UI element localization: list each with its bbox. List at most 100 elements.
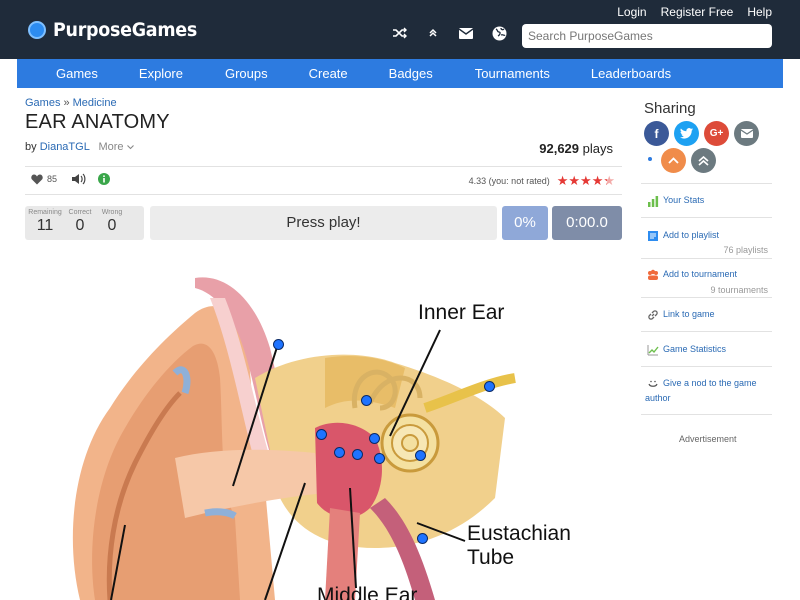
site-logo[interactable]: PurposeGames [28, 19, 209, 41]
author-link[interactable]: DianaTGL [40, 141, 90, 153]
main-nav: Games Explore Groups Create Badges Tourn… [17, 59, 783, 88]
answer-dot[interactable] [352, 449, 363, 460]
label-tube: Tube [467, 546, 515, 569]
nav-explore[interactable]: Explore [139, 59, 183, 88]
upvote-icon[interactable] [661, 148, 686, 173]
chevron-down-icon [126, 145, 134, 150]
divider [25, 166, 622, 167]
divider [25, 194, 622, 195]
give-nod-line2[interactable]: author [645, 393, 671, 403]
link-to-game-label: Link to game [663, 309, 715, 319]
login-link[interactable]: Login [617, 5, 646, 19]
double-up-icon[interactable] [691, 148, 716, 173]
logo-text: PurposeGames [53, 19, 197, 41]
nav-groups[interactable]: Groups [225, 59, 268, 88]
your-stats-label: Your Stats [663, 195, 705, 205]
sharing-title: Sharing [644, 100, 696, 117]
answer-dot[interactable] [415, 450, 426, 461]
breadcrumb-separator: » [63, 97, 70, 109]
plays-label: plays [582, 141, 613, 156]
add-to-playlist-link[interactable]: Add to playlist [647, 230, 719, 242]
divider [641, 217, 772, 218]
game-actions: 85 [31, 173, 111, 185]
logo-icon [28, 21, 46, 39]
facebook-icon[interactable]: f [644, 121, 669, 146]
wrong-label: Wrong [101, 209, 123, 216]
speaker-icon[interactable] [72, 173, 86, 185]
mail-icon[interactable] [458, 25, 474, 41]
breadcrumb-games[interactable]: Games [25, 97, 60, 109]
star-icon[interactable]: ★ [557, 174, 569, 187]
answer-dot[interactable] [316, 429, 327, 440]
globe-icon[interactable] [491, 25, 507, 41]
more-dropdown[interactable]: More [98, 141, 134, 153]
divider [641, 414, 772, 415]
half-star-icon[interactable]: ★ [603, 174, 615, 187]
rating-text: 4.33 (you: not rated) [468, 175, 550, 186]
chevron-up-icon[interactable] [425, 25, 441, 41]
add-to-tournament-link[interactable]: Add to tournament [647, 269, 737, 281]
google-plus-icon[interactable]: G+ [704, 121, 729, 146]
answer-dot[interactable] [273, 339, 284, 350]
answer-dot[interactable] [417, 533, 428, 544]
answer-dot[interactable] [484, 381, 495, 392]
ear-anatomy-image: Inner Ear Eustachian Tube Middle Ear [25, 258, 622, 600]
bullet-icon [648, 157, 652, 161]
divider [641, 366, 772, 367]
nav-tournaments[interactable]: Tournaments [475, 59, 550, 88]
rating-stars[interactable]: ★ ★ ★ ★ ★ [557, 174, 615, 187]
link-to-game-link[interactable]: Link to game [647, 309, 715, 321]
star-icon[interactable]: ★ [580, 174, 592, 187]
playlists-count: 76 playlists [723, 245, 768, 255]
tournaments-count: 9 tournaments [710, 285, 768, 295]
your-stats-link[interactable]: Your Stats [647, 195, 704, 207]
divider [641, 258, 772, 259]
heart-icon[interactable] [31, 174, 43, 185]
register-link[interactable]: Register Free [661, 5, 734, 19]
likes-count: 85 [47, 174, 58, 184]
wrong-stat: Wrong 0 [92, 209, 132, 235]
line-chart-icon [647, 344, 659, 356]
game-statistics-label: Game Statistics [663, 344, 727, 354]
remaining-label: Remaining [28, 209, 62, 216]
add-tournament-label: Add to tournament [663, 269, 738, 279]
smile-icon [647, 378, 659, 390]
twitter-icon[interactable] [674, 121, 699, 146]
breadcrumb-medicine[interactable]: Medicine [73, 97, 117, 109]
give-nod-link[interactable]: Give a nod to the game [647, 378, 757, 390]
nav-badges[interactable]: Badges [389, 59, 433, 88]
star-icon[interactable]: ★ [592, 174, 604, 187]
search-input[interactable] [522, 24, 772, 48]
info-icon[interactable] [98, 173, 111, 185]
timer-display: 0:00.0 [552, 206, 622, 240]
divider [641, 297, 772, 298]
star-icon[interactable]: ★ [568, 174, 580, 187]
label-eustachian: Eustachian [467, 522, 571, 545]
answer-dot[interactable] [334, 447, 345, 458]
top-bar: PurposeGames Login Register Free Help [0, 0, 800, 59]
answer-dot[interactable] [369, 433, 380, 444]
nav-leaderboards[interactable]: Leaderboards [591, 59, 671, 88]
game-statistics-link[interactable]: Game Statistics [647, 344, 726, 356]
plays-number: 92,629 [539, 141, 580, 156]
rating: 4.33 (you: not rated) ★ ★ ★ ★ ★ [469, 174, 615, 187]
score-box: Remaining 11 Correct 0 Wrong 0 [25, 206, 144, 240]
account-links: Login Register Free Help [617, 5, 772, 19]
help-link[interactable]: Help [747, 5, 772, 19]
remaining-value: 11 [36, 217, 54, 234]
label-middle-ear: Middle Ear [317, 584, 418, 600]
nav-create[interactable]: Create [309, 59, 348, 88]
email-icon[interactable] [734, 121, 759, 146]
answer-dot[interactable] [374, 453, 385, 464]
label-inner-ear: Inner Ear [418, 301, 505, 324]
more-label: More [98, 141, 124, 153]
give-nod-line1: Give a nod to the game [663, 378, 757, 388]
shuffle-icon[interactable] [392, 25, 408, 41]
press-play-button[interactable]: Press play! [150, 206, 497, 240]
nav-games[interactable]: Games [56, 59, 98, 88]
answer-dot[interactable] [361, 395, 372, 406]
percent-display: 0% [502, 206, 548, 240]
bar-chart-icon [647, 195, 659, 207]
by-label: by [25, 141, 37, 153]
breadcrumb: Games» Medicine [25, 97, 117, 109]
